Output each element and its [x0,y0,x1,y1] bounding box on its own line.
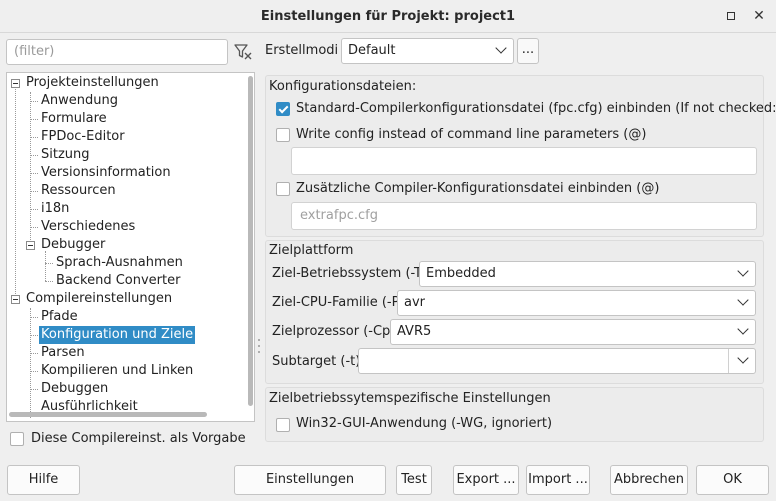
write-config-checkbox[interactable] [276,128,290,142]
config-files-title: Konfigurationsdateien: [269,79,417,94]
target-cpu-select[interactable]: avr [397,290,756,316]
target-platform-title: Zielplattform [269,243,354,258]
ok-button[interactable]: OK [696,465,769,495]
target-os-label: Ziel-Betriebssystem (-T) [272,266,428,281]
write-config-field[interactable] [291,147,757,175]
options-tree[interactable]: Projekteinstellungen Anwendung Formulare… [6,72,255,422]
target-processor-select[interactable]: AVR5 [390,319,756,345]
build-modes-more-button[interactable]: ... [517,38,539,64]
collapse-icon[interactable] [26,241,35,250]
subtarget-select[interactable] [358,348,756,374]
tree-item-debugger[interactable]: Debugger [39,236,107,254]
tree-item-fpdoc-editor[interactable]: FPDoc-Editor [39,128,127,146]
tree-item-sprach-ausnahmen[interactable]: Sprach-Ausnahmen [54,254,185,272]
target-processor-label: Zielprozessor (-Cp) [272,324,396,339]
tree-item-i18n[interactable]: i18n [39,200,71,218]
import-button[interactable]: Import ... [526,465,590,495]
tree-item-versionsinformation[interactable]: Versionsinformation [39,164,173,182]
collapse-icon[interactable] [11,295,20,304]
tree-item-sitzung[interactable]: Sitzung [39,146,92,164]
tree-item-pfade[interactable]: Pfade [39,308,80,326]
tree-item-parsen[interactable]: Parsen [39,344,87,362]
target-cpu-value: avr [404,295,426,310]
chevron-down-icon [737,294,749,306]
export-button[interactable]: Export ... [453,465,519,495]
target-cpu-label: Ziel-CPU-Familie (-P) [272,295,405,310]
show-options-button[interactable]: Einstellungen anzeigen [234,465,386,501]
tree-item-ressourcen[interactable]: Ressourcen [39,182,118,200]
build-mode-value: Default [348,43,396,58]
win32-gui-checkbox[interactable] [276,418,290,432]
tree-vertical-scrollbar[interactable] [245,74,254,410]
tree-item-projekteinstellungen[interactable]: Projekteinstellungen [24,74,161,92]
extra-config-label: Zusätzliche Compiler-Konfigurationsdatei… [296,181,660,196]
target-specific-title: Zielbetriebssytemspezifische Einstellung… [269,391,551,406]
tree-item-verschiedenes[interactable]: Verschiedenes [39,218,137,236]
filter-input[interactable]: (filter) [6,39,228,65]
tree-item-anwendung[interactable]: Anwendung [39,92,120,110]
tree-item-kompilieren-und-linken[interactable]: Kompilieren und Linken [39,362,195,380]
write-config-label: Write config instead of command line par… [296,127,647,142]
chevron-down-icon [737,265,749,277]
target-os-select[interactable]: Embedded [419,261,756,287]
build-modes-label: Erstellmodi [265,43,339,58]
subtarget-label: Subtarget (-t) [272,354,361,369]
default-settings-checkbox[interactable] [10,432,24,446]
cancel-button[interactable]: Abbrechen [610,465,688,495]
chevron-down-icon [737,323,749,335]
splitter-handle[interactable] [257,337,261,357]
help-button[interactable]: Hilfe [7,465,80,495]
tree-item-debuggen[interactable]: Debuggen [39,380,110,398]
maximize-icon[interactable] [724,9,738,23]
default-settings-label: Diese Compilereinst. als Vorgabe [31,431,246,446]
collapse-icon[interactable] [11,79,20,88]
win32-gui-label: Win32-GUI-Anwendung (-WG, ignoriert) [296,416,553,431]
tree-item-konfiguration-und-ziele[interactable]: Konfiguration und Ziele [39,326,196,344]
tree-item-backend-converter[interactable]: Backend Converter [54,272,182,290]
window-title: Einstellungen für Projekt: project1 [260,9,516,24]
build-mode-select[interactable]: Default [341,38,514,64]
extra-config-checkbox[interactable] [276,182,290,196]
std-config-checkbox[interactable] [276,102,290,116]
tree-item-compilereinstellungen[interactable]: Compilereinstellungen [24,290,174,308]
std-config-label: Standard-Compilerkonfigurationsdatei (fp… [296,101,776,116]
chevron-down-icon [737,352,749,364]
target-processor-value: AVR5 [397,324,432,339]
target-os-value: Embedded [426,266,496,281]
tree-horizontal-scrollbar[interactable] [9,412,207,417]
filter-clear-icon[interactable] [232,41,254,63]
chevron-down-icon [495,42,507,54]
extra-config-field[interactable]: extrafpc.cfg [291,202,757,230]
tree-item-formulare[interactable]: Formulare [39,110,109,128]
test-button[interactable]: Test [396,465,432,495]
close-icon[interactable]: ✕ [750,7,768,25]
